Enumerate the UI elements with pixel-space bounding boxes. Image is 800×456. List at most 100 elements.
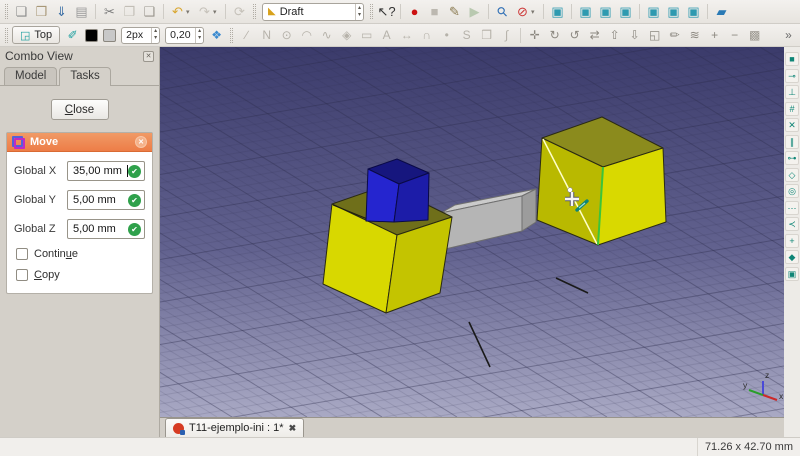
snap-grid-icon[interactable]: # (785, 102, 799, 116)
cut-icon[interactable]: ✂ (100, 3, 119, 21)
view-left-icon[interactable]: ▣ (684, 3, 703, 21)
snap-dimensions-icon[interactable]: ⋯ (785, 201, 799, 215)
view-rear-icon[interactable]: ▣ (644, 3, 663, 21)
snap-near-icon[interactable]: ≺ (785, 217, 799, 231)
snap-intersection-icon[interactable]: ✕ (785, 118, 799, 132)
draft-shape2dview-icon[interactable]: ▩ (745, 26, 764, 44)
view-front-icon[interactable]: ▣ (576, 3, 595, 21)
draw-style-icon[interactable]: ⊘ (513, 3, 532, 21)
draft-bezcurve-icon[interactable]: ∫ (497, 26, 516, 44)
working-plane-button[interactable]: ◲Top (12, 26, 60, 44)
macro-record-icon[interactable]: ● (405, 3, 424, 21)
macro-play-icon[interactable]: ▶ (465, 3, 484, 21)
spin-up-icon[interactable]: ▴ (152, 28, 159, 35)
document-tab-close-icon[interactable]: ✖ (289, 423, 297, 434)
snap-ortho-icon[interactable]: + (785, 234, 799, 248)
undo-caret-icon[interactable]: ▾ (186, 8, 194, 16)
draft-bspline-icon[interactable]: ∿ (317, 26, 336, 44)
line-color-swatch[interactable] (85, 29, 98, 42)
draft-shapestring-icon[interactable]: S (457, 26, 476, 44)
draft-arc-3points-icon[interactable]: ∩ (417, 26, 436, 44)
new-file-icon[interactable]: ❏ (12, 3, 31, 21)
close-button[interactable]: Close (51, 99, 109, 120)
spinner-buttons[interactable]: ▴▾ (151, 28, 159, 43)
snap-perpendicular-icon[interactable]: ⊥ (785, 85, 799, 99)
draft-upgrade-icon[interactable]: ⇧ (605, 26, 624, 44)
spin-down-icon[interactable]: ▾ (196, 35, 203, 42)
continue-checkbox[interactable] (16, 248, 28, 260)
copy-icon[interactable]: ❐ (120, 3, 139, 21)
save-file-icon[interactable]: ⇓ (52, 3, 71, 21)
construction-mode-icon[interactable]: ✐ (63, 26, 82, 44)
document-tab[interactable]: T11-ejemplo-ini : 1* ✖ (165, 418, 304, 437)
whats-this-icon[interactable]: ↖? (377, 3, 396, 21)
draft-to-sketch-icon[interactable]: ≋ (685, 26, 704, 44)
autogroup-icon[interactable]: ❖ (207, 26, 226, 44)
measure-distance-icon[interactable]: ▰ (712, 3, 731, 21)
draft-wire-icon[interactable]: N (257, 26, 276, 44)
view-isometric-icon[interactable]: ▣ (548, 3, 567, 21)
draw-style-caret-icon[interactable]: ▾ (531, 8, 539, 16)
paste-icon[interactable]: ❑ (140, 3, 159, 21)
text-scale-spinbox[interactable]: 0,20▴▾ (165, 27, 204, 44)
redo-caret-icon[interactable]: ▾ (213, 8, 221, 16)
draft-delete-point-icon[interactable]: − (725, 26, 744, 44)
open-file-icon[interactable]: ❒ (32, 3, 51, 21)
spin-up-icon[interactable]: ▴ (196, 28, 203, 35)
spin-down-icon[interactable]: ▾ (356, 12, 363, 19)
panel-close-icon[interactable]: ✕ (143, 51, 154, 62)
snap-working-plane-icon[interactable]: ▣ (785, 267, 799, 281)
draft-offset-icon[interactable]: ↺ (565, 26, 584, 44)
draft-trimex-icon[interactable]: ⇄ (585, 26, 604, 44)
snap-lock-icon[interactable]: ■ (785, 52, 799, 66)
snap-special-icon[interactable]: ◆ (785, 250, 799, 264)
spin-up-icon[interactable]: ▴ (356, 5, 363, 12)
tab-model[interactable]: Model (4, 67, 57, 85)
fit-all-icon[interactable]: ⚲ (489, 0, 515, 25)
draft-add-point-icon[interactable]: + (705, 26, 724, 44)
blue-cube[interactable] (366, 159, 429, 222)
draft-circle-icon[interactable]: ⊙ (277, 26, 296, 44)
draft-rectangle-icon[interactable]: ▭ (357, 26, 376, 44)
undo-icon[interactable]: ↶ (168, 3, 187, 21)
draft-point-icon[interactable]: • (437, 26, 456, 44)
draft-polygon-icon[interactable]: ◈ (337, 26, 356, 44)
snap-extension-icon[interactable]: ⊶ (785, 151, 799, 165)
viewport-3d[interactable]: x y z (160, 47, 784, 417)
draft-dimension-icon[interactable]: ↔ (397, 26, 416, 44)
spinner-buttons[interactable]: ▴▾ (355, 4, 363, 20)
macro-stop-icon[interactable]: ■ (425, 3, 444, 21)
snap-endpoint-icon[interactable]: ⊸ (785, 69, 799, 83)
draft-downgrade-icon[interactable]: ⇩ (625, 26, 644, 44)
spin-down-icon[interactable]: ▾ (152, 35, 159, 42)
view-right-icon[interactable]: ▣ (616, 3, 635, 21)
global-x-input[interactable]: 35,00 mm ✔ (67, 161, 145, 181)
redo-icon[interactable]: ↷ (195, 3, 214, 21)
spinner-buttons[interactable]: ▴▾ (195, 28, 203, 43)
draft-arc-icon[interactable]: ◠ (297, 26, 316, 44)
line-width-spinbox[interactable]: 2px▴▾ (121, 27, 160, 44)
draft-move-icon[interactable]: ✛ (525, 26, 544, 44)
refresh-icon[interactable]: ⟳ (230, 3, 249, 21)
draft-text-icon[interactable]: A (377, 26, 396, 44)
snap-parallel-icon[interactable]: ∥ (785, 135, 799, 149)
draft-line-icon[interactable]: ∕ (237, 26, 256, 44)
face-color-swatch[interactable] (103, 29, 116, 42)
draft-rotate-icon[interactable]: ↻ (545, 26, 564, 44)
move-task-close-icon[interactable]: ✕ (135, 136, 147, 148)
tab-tasks[interactable]: Tasks (59, 67, 110, 86)
scene-svg[interactable]: x y z (160, 47, 784, 417)
snap-concentric-icon[interactable]: ◎ (785, 184, 799, 198)
print-icon[interactable]: ▤ (72, 3, 91, 21)
workbench-selector[interactable]: ◣Draft▴▾ (262, 3, 364, 21)
macro-edit-icon[interactable]: ✎ (445, 3, 464, 21)
global-y-input[interactable]: 5,00 mm ✔ (67, 190, 145, 210)
view-top-icon[interactable]: ▣ (596, 3, 615, 21)
view-bottom-icon[interactable]: ▣ (664, 3, 683, 21)
toolbar-overflow-icon[interactable]: » (779, 26, 798, 44)
draft-edit-icon[interactable]: ✏ (665, 26, 684, 44)
draft-facebinder-icon[interactable]: ❒ (477, 26, 496, 44)
draft-scale-icon[interactable]: ◱ (645, 26, 664, 44)
global-z-input[interactable]: 5,00 mm ✔ (67, 219, 145, 239)
snap-center-icon[interactable]: ◇ (785, 168, 799, 182)
